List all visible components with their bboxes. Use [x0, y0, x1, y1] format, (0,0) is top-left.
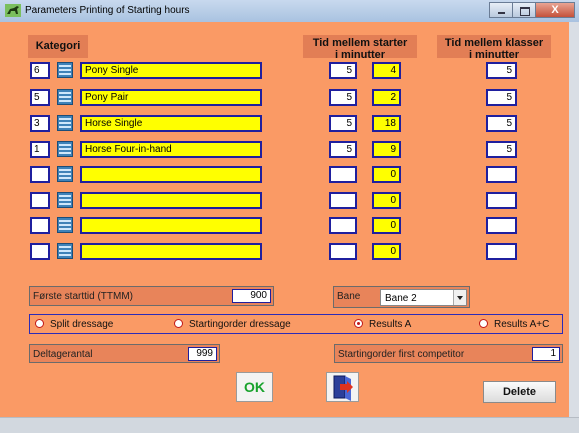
startingorder-first-label: Startingorder first competitor [338, 349, 464, 360]
tid-starter-input[interactable]: 5 [329, 89, 357, 106]
tid-starter-yellow-field[interactable]: 9 [372, 141, 401, 158]
tid-starter-input[interactable]: 5 [329, 141, 357, 158]
tid-starter-yellow-field[interactable]: 2 [372, 89, 401, 106]
exit-button[interactable] [326, 372, 359, 402]
category-number-input[interactable]: 5 [30, 89, 50, 106]
list-lookup-icon[interactable] [57, 217, 73, 233]
exit-door-icon [327, 373, 358, 401]
radio-icon[interactable] [174, 319, 183, 328]
tid-klasser-input[interactable] [486, 166, 517, 183]
tid-starter-yellow-field[interactable]: 4 [372, 62, 401, 79]
category-number-input[interactable] [30, 166, 50, 183]
bane-selected-value: Bane 2 [385, 293, 417, 304]
tid-starter-input[interactable] [329, 192, 357, 209]
forste-starttid-input[interactable]: 900 [232, 289, 271, 303]
bane-label: Bane [337, 291, 360, 302]
list-lookup-icon[interactable] [57, 166, 73, 182]
title-bar: Parameters Printing of Starting hours X [0, 0, 579, 23]
category-number-input[interactable] [30, 217, 50, 234]
bane-field: Bane Bane 2 [333, 286, 470, 308]
delete-button[interactable]: Delete [483, 381, 556, 403]
tid-klasser-input[interactable] [486, 192, 517, 209]
category-number-input[interactable]: 6 [30, 62, 50, 79]
tid-klasser-input[interactable]: 5 [486, 141, 517, 158]
window-title: Parameters Printing of Starting hours [25, 5, 190, 16]
close-icon: X [536, 3, 574, 18]
tid-klasser-header-line1: Tid mellem klasser [437, 37, 551, 49]
forste-starttid-field: Første starttid (TTMM) 900 [29, 286, 274, 306]
category-name-input[interactable]: Horse Four-in-hand [80, 141, 262, 158]
tid-starter-yellow-field[interactable]: 0 [372, 243, 401, 260]
close-button[interactable]: X [535, 2, 575, 18]
category-name-input[interactable]: Pony Pair [80, 89, 262, 106]
ok-button[interactable]: OK [236, 372, 273, 402]
maximize-icon [520, 7, 530, 16]
tid-starter-yellow-field[interactable]: 0 [372, 166, 401, 183]
tid-starter-yellow-field[interactable]: 0 [372, 192, 401, 209]
category-number-input[interactable]: 3 [30, 115, 50, 132]
bane-select[interactable]: Bane 2 [380, 289, 467, 306]
tid-klasser-input[interactable]: 5 [486, 62, 517, 79]
tid-klasser-header-line2: i minutter [437, 49, 551, 61]
list-lookup-icon[interactable] [57, 192, 73, 208]
option-results-ac[interactable]: Results A+C [479, 319, 549, 330]
startingorder-first-field: Startingorder first competitor 1 [334, 344, 563, 363]
option-label: Results A+C [494, 319, 549, 330]
tid-starter-yellow-field[interactable]: 0 [372, 217, 401, 234]
tid-starter-input[interactable] [329, 217, 357, 234]
status-bar [0, 417, 579, 433]
radio-selected-icon[interactable] [354, 319, 363, 328]
option-label: Results A [369, 319, 411, 330]
tid-starter-input[interactable]: 5 [329, 115, 357, 132]
startingorder-first-input[interactable]: 1 [532, 347, 560, 361]
maximize-button[interactable] [512, 2, 536, 18]
minimize-icon [498, 12, 505, 14]
option-label: Split dressage [50, 319, 113, 330]
forste-starttid-label: Første starttid (TTMM) [33, 291, 133, 302]
category-name-input[interactable] [80, 166, 262, 183]
deltagerantal-input[interactable]: 999 [188, 347, 217, 361]
category-number-input[interactable]: 1 [30, 141, 50, 158]
option-split-dressage[interactable]: Split dressage [35, 319, 113, 330]
category-name-input[interactable] [80, 243, 262, 260]
option-label: Startingorder dressage [189, 319, 291, 330]
category-name-input[interactable] [80, 192, 262, 209]
tid-starter-yellow-field[interactable]: 18 [372, 115, 401, 132]
chevron-down-icon[interactable] [453, 290, 466, 305]
category-number-input[interactable] [30, 243, 50, 260]
category-name-input[interactable] [80, 217, 262, 234]
window-controls: X [490, 2, 575, 19]
tid-klasser-input[interactable]: 5 [486, 115, 517, 132]
deltagerantal-label: Deltagerantal [33, 349, 92, 360]
print-options-group: Split dressage Startingorder dressage Re… [29, 314, 563, 334]
kategori-header: Kategori [28, 40, 88, 52]
option-results-a[interactable]: Results A [354, 319, 411, 330]
radio-icon[interactable] [35, 319, 44, 328]
minimize-button[interactable] [489, 2, 513, 18]
tid-klasser-input[interactable]: 5 [486, 89, 517, 106]
category-name-input[interactable]: Horse Single [80, 115, 262, 132]
tid-klasser-input[interactable] [486, 217, 517, 234]
option-startingorder-dressage[interactable]: Startingorder dressage [174, 319, 291, 330]
list-lookup-icon[interactable] [57, 62, 73, 78]
list-lookup-icon[interactable] [57, 243, 73, 259]
tid-starter-input[interactable] [329, 166, 357, 183]
radio-icon[interactable] [479, 319, 488, 328]
list-lookup-icon[interactable] [57, 115, 73, 131]
deltagerantal-field: Deltagerantal 999 [29, 344, 220, 363]
tid-starter-input[interactable] [329, 243, 357, 260]
list-lookup-icon[interactable] [57, 141, 73, 157]
tid-starter-input[interactable]: 5 [329, 62, 357, 79]
tid-klasser-input[interactable] [486, 243, 517, 260]
category-number-input[interactable] [30, 192, 50, 209]
tid-starter-header-line2: i minutter [303, 49, 417, 61]
tid-starter-header-line1: Tid mellem starter [303, 37, 417, 49]
tid-klasser-header: Tid mellem klasser i minutter [437, 37, 551, 61]
tid-starter-header: Tid mellem starter i minutter [303, 37, 417, 61]
category-name-input[interactable]: Pony Single [80, 62, 262, 79]
window-edge [569, 22, 579, 417]
horse-app-icon [5, 4, 21, 17]
list-lookup-icon[interactable] [57, 89, 73, 105]
